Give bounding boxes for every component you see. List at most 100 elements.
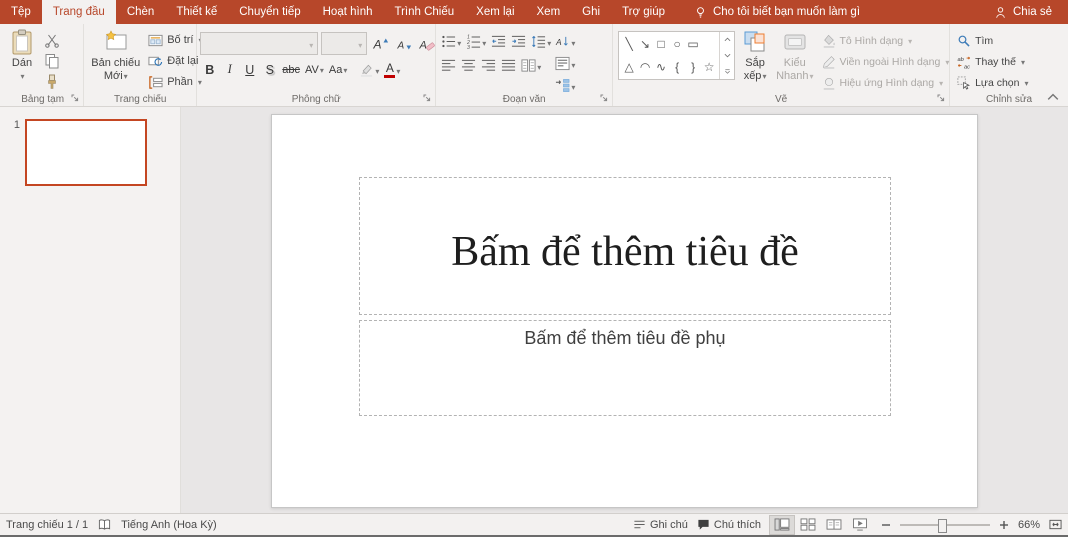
new-slide-button[interactable]: Bản chiếu Mới — [87, 27, 144, 83]
shapes-scroll-down-button[interactable] — [720, 48, 734, 64]
tell-me-box[interactable]: Cho tôi biết bạn muốn làm gì — [684, 0, 870, 24]
language-indicator[interactable]: Tiếng Anh (Hoa Kỳ) — [121, 519, 217, 531]
tab-file[interactable]: Tệp — [0, 0, 42, 24]
paragraph-dialog-launcher[interactable] — [600, 94, 609, 103]
tab-review[interactable]: Xem lại — [465, 0, 525, 24]
change-case-button[interactable]: Aa — [327, 60, 349, 79]
decrease-indent-button[interactable] — [489, 32, 508, 51]
slide-canvas[interactable]: Bấm để thêm tiêu đề Bấm để thêm tiêu đề … — [271, 114, 978, 508]
zoom-slider[interactable] — [900, 518, 990, 532]
font-dialog-launcher[interactable] — [423, 94, 432, 103]
shapes-more-button[interactable] — [720, 63, 734, 79]
tab-help[interactable]: Trợ giúp — [611, 0, 676, 24]
normal-view-button[interactable] — [770, 516, 794, 534]
clipboard-dialog-launcher[interactable] — [71, 94, 80, 103]
align-left-button[interactable] — [439, 56, 458, 75]
font-size-select[interactable] — [321, 32, 367, 55]
svg-text:A: A — [419, 39, 427, 51]
zoom-in-button[interactable] — [999, 520, 1009, 530]
group-slides: Bản chiếu Mới Bố trí Đặt lại Phần Trang … — [84, 24, 197, 106]
quick-styles-button[interactable]: Kiểu Nhanh — [772, 27, 817, 83]
share-button[interactable]: Chia sẻ — [978, 0, 1068, 24]
italic-button[interactable]: I — [220, 60, 239, 79]
shapes-scroll-up-button[interactable] — [720, 32, 734, 48]
reset-icon — [148, 54, 163, 69]
text-highlight-button[interactable] — [357, 60, 381, 79]
group-font: A A A B I U S abc AV Aa A — [197, 24, 436, 106]
strikethrough-button[interactable]: abc — [280, 60, 302, 79]
arrange-button[interactable]: Sắp xếp — [738, 27, 772, 83]
subtitle-placeholder[interactable]: Bấm để thêm tiêu đề phụ — [359, 320, 891, 416]
replace-button[interactable]: abac Thay thế — [953, 53, 1032, 71]
reading-view-button[interactable] — [822, 516, 846, 534]
proofing-language-icon[interactable] — [98, 518, 111, 531]
tab-design[interactable]: Thiết kế — [165, 0, 228, 24]
underline-button[interactable]: U — [240, 60, 259, 79]
shape-effects-button[interactable]: Hiệu ứng Hình dạng — [818, 74, 954, 92]
slideshow-view-button[interactable] — [848, 516, 872, 534]
copy-button[interactable] — [41, 52, 63, 70]
align-right-button[interactable] — [479, 56, 498, 75]
convert-to-smartart-button[interactable] — [553, 76, 577, 95]
fit-slide-to-window-button[interactable] — [1049, 518, 1062, 531]
character-spacing-button[interactable]: AV — [303, 60, 326, 79]
zoom-slider-thumb[interactable] — [938, 519, 947, 533]
text-direction-button[interactable]: A — [553, 32, 577, 51]
shape-star-icon[interactable]: ☆ — [702, 58, 716, 76]
collapse-ribbon-button[interactable] — [1047, 93, 1059, 101]
find-button[interactable]: Tìm — [953, 32, 1032, 50]
align-text-button[interactable] — [553, 54, 577, 73]
comments-button[interactable]: Chú thích — [697, 518, 761, 531]
shape-effects-icon — [822, 76, 836, 90]
slide-editor-area: Bấm để thêm tiêu đề Bấm để thêm tiêu đề … — [181, 107, 1068, 513]
shape-triangle-icon[interactable]: △ — [622, 58, 636, 76]
bullets-button[interactable] — [439, 32, 463, 51]
font-name-select[interactable] — [200, 32, 318, 55]
tab-home[interactable]: Trang đầu — [42, 0, 116, 24]
drawing-dialog-launcher[interactable] — [937, 94, 946, 103]
zoom-in-icon — [999, 520, 1009, 530]
tab-slideshow[interactable]: Trình Chiếu — [384, 0, 466, 24]
tab-record[interactable]: Ghi — [571, 0, 611, 24]
slide-counter[interactable]: Trang chiếu 1 / 1 — [6, 519, 88, 531]
shape-line-icon[interactable]: ╲ — [622, 35, 636, 53]
font-color-button[interactable]: A — [382, 60, 402, 79]
line-spacing-button[interactable] — [529, 32, 553, 51]
tab-animations[interactable]: Hoạt hình — [312, 0, 384, 24]
decrease-font-size-button[interactable]: A — [393, 35, 415, 53]
shape-left-brace-icon[interactable]: { — [670, 58, 684, 76]
increase-indent-button[interactable] — [509, 32, 528, 51]
cut-button[interactable] — [41, 31, 63, 49]
notes-button[interactable]: Ghi chú — [633, 518, 688, 531]
tab-insert[interactable]: Chèn — [116, 0, 166, 24]
title-placeholder[interactable]: Bấm để thêm tiêu đề — [359, 177, 891, 315]
shape-arc-icon[interactable]: ◠ — [638, 58, 652, 76]
shape-rectangle-icon[interactable]: □ — [654, 35, 668, 53]
paste-button[interactable]: Dán — [5, 27, 39, 83]
columns-button[interactable] — [519, 56, 543, 75]
shape-right-brace-icon[interactable]: } — [686, 58, 700, 76]
clear-formatting-button[interactable]: A — [416, 35, 438, 53]
find-icon — [957, 34, 971, 48]
zoom-out-button[interactable] — [881, 520, 891, 530]
bold-button[interactable]: B — [200, 60, 219, 79]
shape-rounded-rectangle-icon[interactable]: ▭ — [686, 35, 700, 53]
shape-fill-button[interactable]: Tô Hình dạng — [818, 32, 954, 50]
slide-sorter-view-button[interactable] — [796, 516, 820, 534]
ribbon-tabs: TệpTrang đầuChènThiết kếChuyển tiếpHoạt … — [0, 0, 676, 24]
tab-view[interactable]: Xem — [526, 0, 572, 24]
align-center-button[interactable] — [459, 56, 478, 75]
shape-curve-icon[interactable]: ∿ — [654, 58, 668, 76]
shape-arrow-icon[interactable]: ↘ — [638, 35, 652, 53]
justify-button[interactable] — [499, 56, 518, 75]
shape-outline-button[interactable]: Viền ngoài Hình dạng — [818, 53, 954, 71]
tab-transitions[interactable]: Chuyển tiếp — [228, 0, 311, 24]
select-button[interactable]: Lựa chọn — [953, 74, 1032, 92]
shape-oval-icon[interactable]: ○ — [670, 35, 684, 53]
zoom-percentage[interactable]: 66% — [1018, 519, 1040, 531]
format-painter-button[interactable] — [41, 73, 63, 91]
text-shadow-button[interactable]: S — [260, 60, 279, 79]
slide-thumbnail[interactable] — [25, 119, 147, 186]
increase-font-size-button[interactable]: A — [370, 35, 392, 53]
numbering-button[interactable]: 123 — [464, 32, 488, 51]
